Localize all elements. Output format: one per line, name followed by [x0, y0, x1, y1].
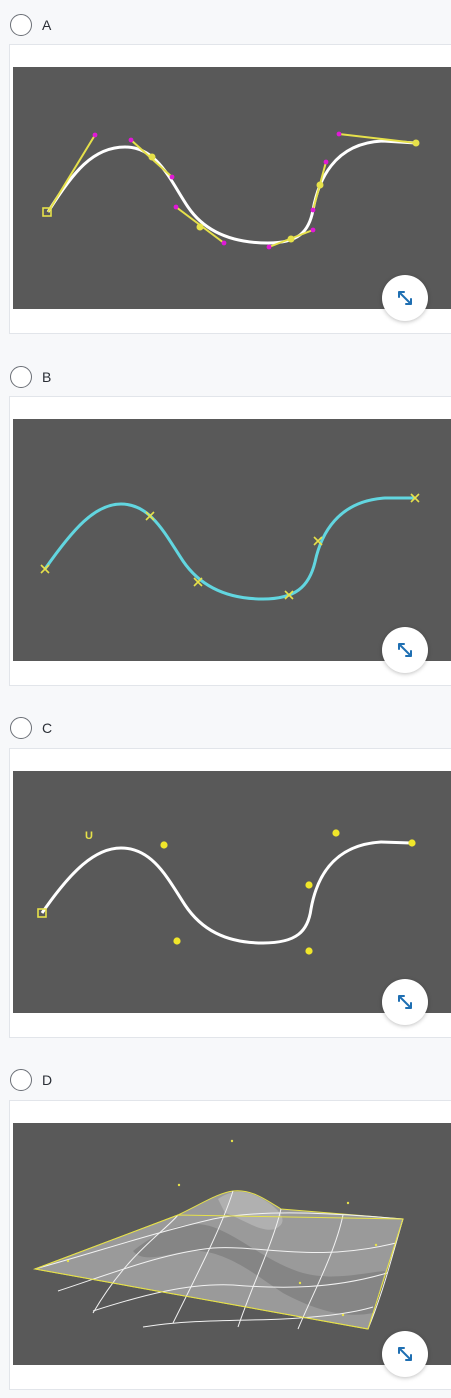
option-c-expand-button[interactable]: [382, 979, 428, 1025]
option-b-expand-button[interactable]: [382, 627, 428, 673]
option-a-label: A: [42, 17, 52, 33]
option-c-figure: U: [13, 771, 451, 1013]
option-c-radio[interactable]: [10, 717, 32, 739]
option-d-card: [9, 1100, 451, 1390]
option-c-header: C: [10, 715, 52, 741]
option-a-card: [9, 44, 451, 334]
option-d-radio[interactable]: [10, 1069, 32, 1091]
curve-tangent-handles-svg: [42, 131, 420, 250]
cyan-curve-svg: [40, 493, 420, 601]
option-b-label: B: [42, 369, 52, 385]
u-marker: U: [85, 830, 93, 842]
control-vertices-svg: U: [37, 829, 416, 955]
curve-a: [46, 139, 417, 245]
option-c-label: C: [42, 720, 53, 736]
control-vertices-c: [160, 829, 416, 955]
option-c-card: U: [9, 748, 451, 1038]
option-d-label: D: [42, 1072, 53, 1088]
option-d-expand-button[interactable]: [382, 1331, 428, 1377]
option-b-card: [9, 396, 451, 686]
option-b-radio[interactable]: [10, 366, 32, 388]
option-d-figure: [13, 1123, 451, 1365]
curve-b: [43, 496, 415, 601]
wireframe-surface-svg: [33, 1139, 404, 1330]
option-d-header: D: [10, 1067, 52, 1093]
option-b-header: B: [10, 364, 51, 390]
knots-a: [148, 139, 420, 243]
option-b-figure: [13, 419, 451, 661]
option-a-expand-button[interactable]: [382, 275, 428, 321]
option-a-radio[interactable]: [10, 14, 32, 36]
expand-arrows-icon: [398, 291, 412, 305]
expand-arrows-icon: [398, 1347, 412, 1361]
curve-c: [40, 840, 412, 945]
option-a-header: A: [10, 12, 51, 38]
option-a-figure: [13, 67, 451, 309]
expand-arrows-icon: [398, 995, 412, 1009]
expand-arrows-icon: [398, 643, 412, 657]
